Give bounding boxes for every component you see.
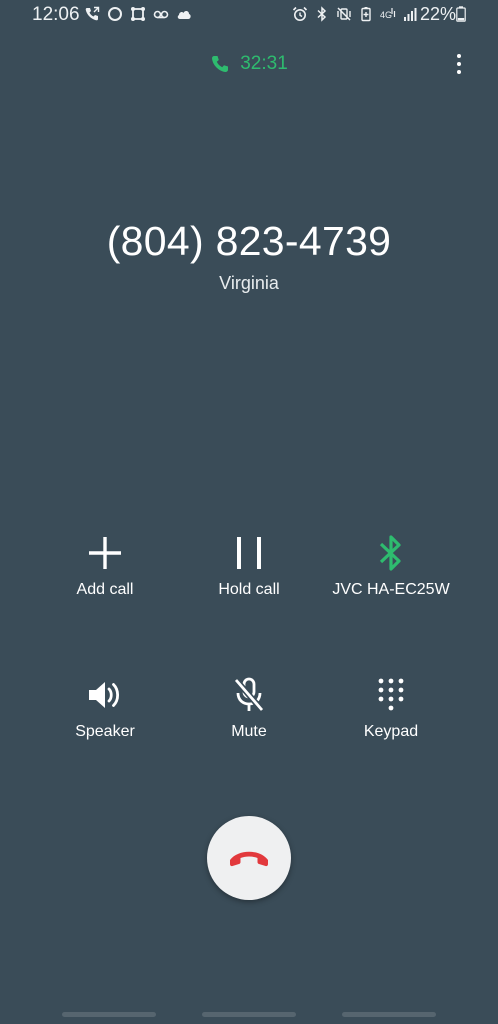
speaker-icon: [85, 675, 125, 715]
vibrate-mute-icon: [337, 7, 351, 21]
call-duration-row: 32:31: [0, 52, 498, 76]
svg-text:4G: 4G: [380, 10, 392, 20]
status-bar: 12:06 4G 22%: [0, 0, 498, 30]
lte-data-icon: 4G: [380, 8, 396, 20]
pause-icon: [229, 533, 269, 573]
cloud-icon: [177, 11, 191, 19]
nav-recents-button[interactable]: [62, 1012, 156, 1017]
bluetooth-audio-button[interactable]: JVC HA-EC25W: [308, 533, 474, 613]
signal-icon: [404, 8, 417, 21]
more-options-icon[interactable]: [446, 50, 472, 78]
caller-number: (804) 823-4739: [106, 218, 392, 264]
call-timer: 32:31: [240, 53, 288, 74]
mute-label: Mute: [231, 723, 267, 740]
circle-app-icon: [108, 7, 122, 21]
navigation-bar: [0, 1012, 498, 1018]
battery-icon: [456, 6, 466, 22]
speaker-label: Speaker: [75, 723, 135, 740]
keypad-label: Keypad: [363, 723, 419, 740]
battery-percentage: 22%: [420, 4, 457, 24]
hang-up-icon: [230, 851, 268, 867]
bluetooth-icon: [371, 533, 411, 573]
dialpad-icon: [371, 675, 411, 715]
bluetooth-icon: [317, 6, 327, 22]
bluetooth-device-label: JVC HA-EC25W: [332, 581, 450, 598]
more-dot: [457, 62, 461, 66]
active-call-icon: [212, 56, 229, 72]
add-call-label: Add call: [76, 581, 134, 598]
battery-saver-icon: [361, 7, 371, 22]
status-left-icons: [84, 6, 192, 22]
plus-icon: [85, 533, 125, 573]
more-dot: [457, 54, 461, 58]
more-dot: [457, 70, 461, 74]
add-call-button[interactable]: Add call: [22, 533, 188, 613]
alarm-icon: [292, 6, 308, 21]
nav-home-button[interactable]: [202, 1012, 296, 1017]
call-forwarding-icon: [85, 6, 100, 21]
voicemail-icon: [153, 10, 169, 19]
screen-capture-icon: [131, 7, 145, 21]
speaker-button[interactable]: Speaker: [22, 675, 188, 755]
nav-back-button[interactable]: [342, 1012, 436, 1017]
end-call-button[interactable]: [207, 816, 291, 900]
caller-location: Virginia: [219, 273, 279, 293]
status-right-icons: 4G: [292, 6, 418, 22]
hold-call-label: Hold call: [218, 581, 280, 598]
status-time: 12:06: [32, 4, 80, 25]
keypad-button[interactable]: Keypad: [308, 675, 474, 755]
microphone-off-icon: [229, 675, 269, 715]
